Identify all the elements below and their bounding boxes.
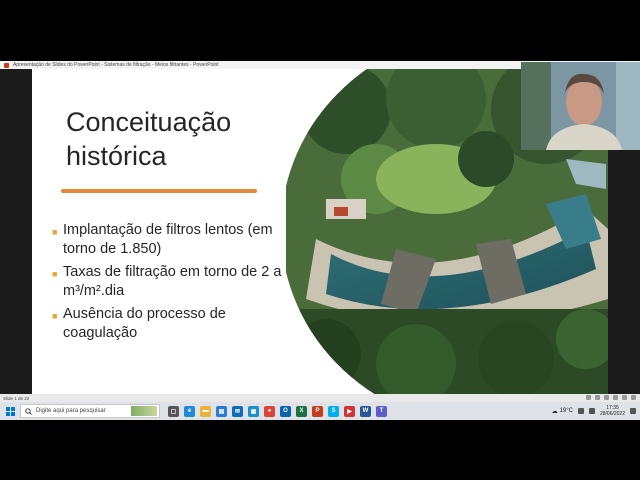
search-highlight-image (131, 406, 157, 416)
store-icon[interactable]: ▤ (216, 405, 227, 417)
pen-icon[interactable] (604, 395, 609, 400)
word-icon[interactable]: W (360, 405, 371, 417)
clock-date: 28/06/2022 (599, 411, 625, 417)
next-slide-icon[interactable] (595, 395, 600, 400)
webcam-feed (521, 62, 640, 150)
media-icon[interactable]: ▶ (344, 405, 355, 417)
windows-taskbar: Digite aqui para pesquisar ▢ e ▬ ▤ ✉ ▣ ● O X P S ▶ W… (0, 402, 640, 420)
view-icon[interactable] (613, 395, 618, 400)
slide-status-bar: Slide 1 de 22 (0, 394, 640, 402)
zoom-icon[interactable] (622, 395, 627, 400)
volume-icon[interactable] (588, 408, 595, 414)
windows-logo-icon (5, 406, 15, 416)
previous-slide-icon[interactable] (586, 395, 591, 400)
slide-counter: Slide 1 de 22 (3, 395, 30, 401)
network-icon[interactable] (577, 408, 584, 414)
bullet-icon: ■ (52, 269, 58, 279)
excel-icon[interactable]: X (296, 405, 307, 417)
temperature: 19°C (559, 408, 573, 414)
system-tray: ☁ 19°C 17:35 28/06/2022 (552, 402, 640, 420)
photos-icon[interactable]: ▣ (248, 405, 259, 417)
presenter-video-icon (521, 62, 640, 150)
task-view-icon[interactable]: ▢ (168, 405, 179, 417)
clock[interactable]: 17:35 28/06/2022 (600, 405, 625, 417)
notifications-icon[interactable] (630, 408, 636, 414)
more-options-icon[interactable] (631, 395, 636, 400)
bullet-item: ■ Ausência do processo de coagulação (52, 305, 302, 343)
powerpoint-icon[interactable]: P (312, 405, 323, 417)
taskbar-search-box[interactable]: Digite aqui para pesquisar (20, 404, 160, 418)
chrome-icon[interactable]: ● (264, 405, 275, 417)
bullet-text: Ausência do processo de coagulação (63, 306, 226, 341)
bullet-icon: ■ (52, 227, 58, 237)
file-explorer-icon[interactable]: ▬ (200, 405, 211, 417)
bullet-item: ■ Taxas de filtração em torno de 2 a 6 m³… (52, 263, 302, 301)
screen: Apresentação de Slides do PowerPoint - S… (0, 0, 640, 480)
slide-title: Conceituação histórica (66, 107, 232, 171)
weather-widget[interactable]: ☁ 19°C (552, 408, 573, 415)
teams-icon[interactable]: T (376, 405, 387, 417)
search-icon (25, 407, 32, 415)
bullet-list: ■ Implantação de filtros lentos (em torno… (52, 221, 302, 347)
taskbar-pinned-apps: ▢ e ▬ ▤ ✉ ▣ ● O X P S ▶ W T (168, 405, 387, 417)
bullet-item: ■ Implantação de filtros lentos (em torno… (52, 221, 302, 259)
window-title: Apresentação de Slides do PowerPoint - S… (13, 62, 219, 68)
start-button[interactable] (0, 402, 20, 420)
skype-icon[interactable]: S (328, 405, 339, 417)
edge-icon[interactable]: e (184, 405, 195, 417)
slide-controls (586, 395, 636, 400)
cloud-icon: ☁ (551, 408, 558, 415)
mail-icon[interactable]: ✉ (232, 405, 243, 417)
search-placeholder: Digite aqui para pesquisar (36, 408, 106, 414)
bullet-text: Implantação de filtros lentos (em torno … (63, 222, 273, 257)
bullet-icon: ■ (52, 311, 58, 321)
outlook-icon[interactable]: O (280, 405, 291, 417)
bullet-text: Taxas de filtração em torno de 2 a 6 m³/… (63, 264, 294, 299)
title-underline (61, 189, 257, 193)
powerpoint-app-icon (4, 62, 9, 68)
